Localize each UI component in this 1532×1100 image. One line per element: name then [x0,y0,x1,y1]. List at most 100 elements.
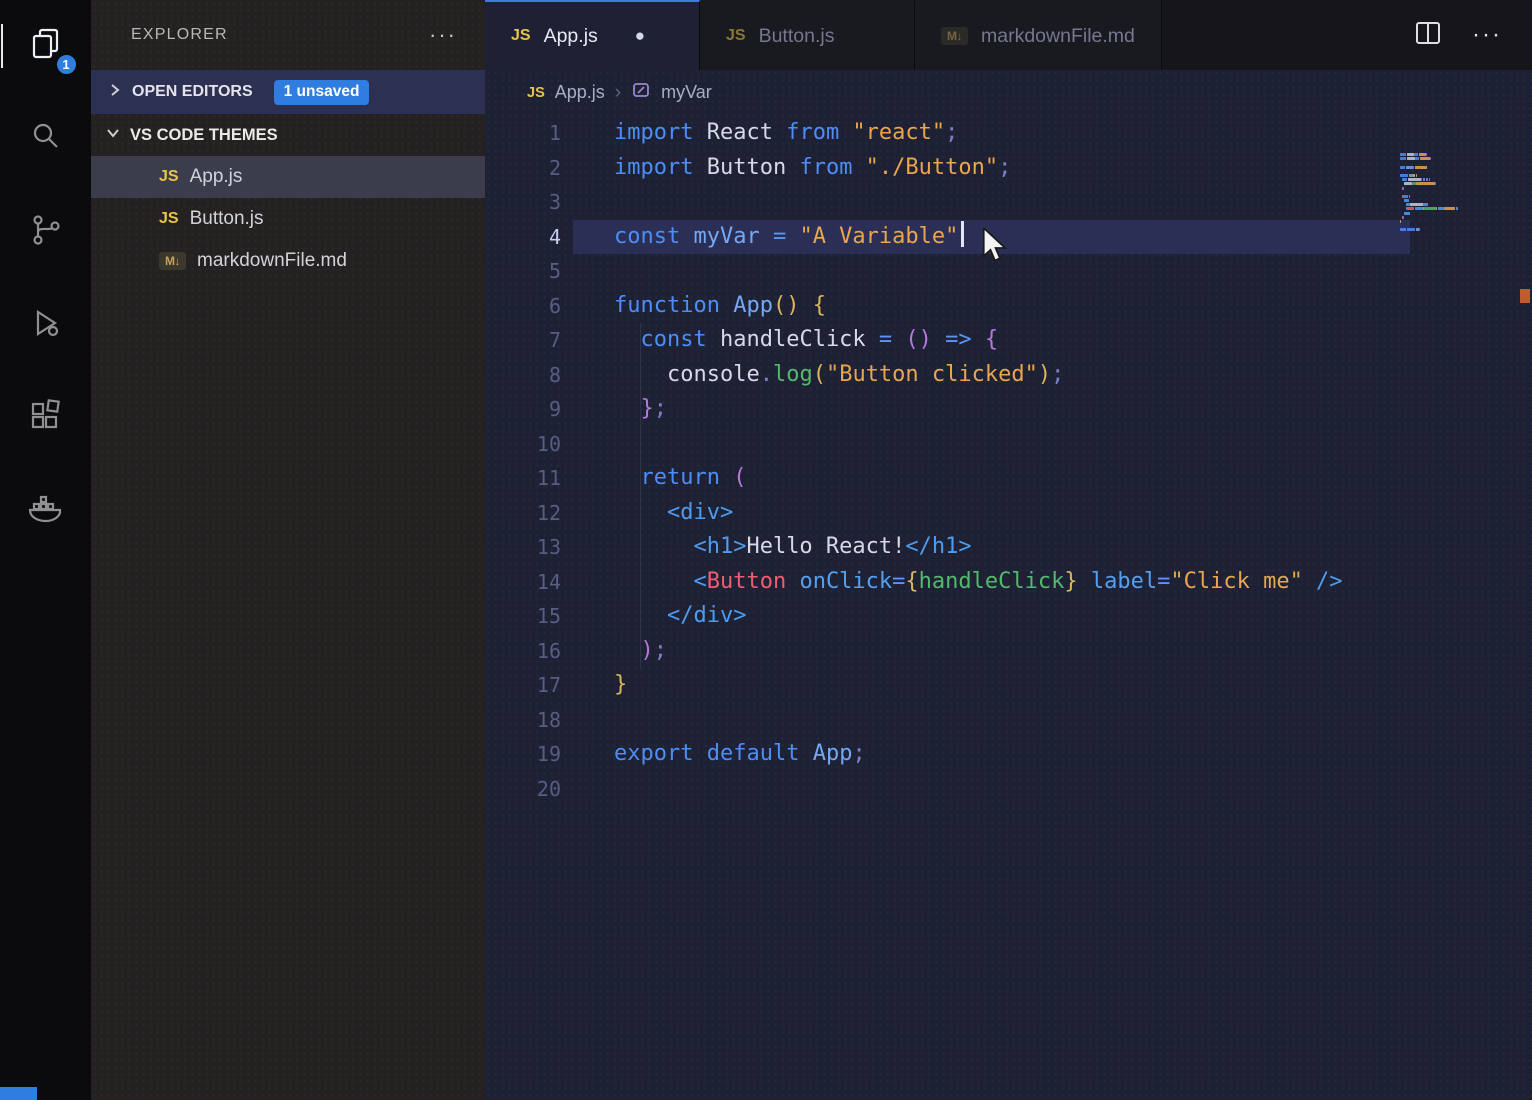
line-content: <div> [561,496,733,531]
line-content [561,772,614,807]
line-number: 20 [485,772,561,807]
code-line-9[interactable]: 9 }; [485,392,1532,427]
line-number: 18 [485,703,561,738]
code-line-16[interactable]: 16 ); [485,634,1532,669]
code-line-4[interactable]: 4const myVar = "A Variable" [485,220,1532,255]
line-number: 16 [485,634,561,669]
unsaved-count-badge: 1 unsaved [274,80,370,105]
code-line-18[interactable]: 18 [485,703,1532,738]
line-number: 1 [485,116,561,151]
code-line-19[interactable]: 19export default App; [485,737,1532,772]
progress-bar [0,1087,37,1100]
line-number: 9 [485,392,561,427]
js-file-icon: JS [726,27,746,45]
editor-group: JS App.js ● JS Button.js M↓markdownFile.md ··… [485,0,1532,1100]
code-line-5[interactable]: 5 [485,254,1532,289]
tab-App.js[interactable]: JSApp.js● [485,0,700,70]
code-line-10[interactable]: 10 [485,427,1532,462]
docker-icon [27,492,65,531]
file-name: App.js [190,166,243,188]
file-item-App.js[interactable]: JSApp.js [91,156,485,198]
code-line-20[interactable]: 20 [485,772,1532,807]
code-line-2[interactable]: 2import Button from "./Button"; [485,151,1532,186]
workspace-section-label: VS CODE THEMES [130,126,278,145]
unsaved-dot[interactable]: ● [635,26,645,46]
code-line-1[interactable]: 1import React from "react"; [485,116,1532,151]
split-editor-icon[interactable] [1414,19,1442,52]
code-line-17[interactable]: 17} [485,668,1532,703]
js-file-icon: JS [159,210,179,228]
line-content [561,254,614,289]
line-number: 10 [485,427,561,462]
source-control-activity-button[interactable] [20,206,72,258]
file-name: markdownFile.md [197,250,347,272]
line-number: 4 [485,220,561,255]
file-item-markdownFile.md[interactable]: M↓ markdownFile.md [91,240,485,282]
breadcrumb-symbol[interactable]: myVar [661,82,712,103]
line-number: 15 [485,599,561,634]
run-debug-activity-button[interactable] [20,299,72,351]
code-line-8[interactable]: 8 console.log("Button clicked"); [485,358,1532,393]
line-number: 17 [485,668,561,703]
code-line-15[interactable]: 15 </div> [485,599,1532,634]
line-number: 6 [485,289,561,324]
code-line-6[interactable]: 6function App() { [485,289,1532,324]
pending-changes-badge: 1 [55,53,78,76]
tab-markdownFile.md[interactable]: M↓markdownFile.md [915,0,1162,70]
line-content: <Button onClick={handleClick} label="Cli… [561,565,1343,600]
code-line-7[interactable]: 7 const handleClick = () => { [485,323,1532,358]
extensions-activity-button[interactable] [20,392,72,444]
line-content [561,703,614,738]
minimap[interactable] [1400,153,1496,237]
line-number: 11 [485,461,561,496]
js-file-icon: JS [527,85,545,101]
code-editor[interactable]: 1import React from "react";2import Butto… [485,115,1532,1100]
explorer-activity-button[interactable]: 1 [20,20,72,72]
line-number: 19 [485,737,561,772]
run-debug-icon [28,305,64,346]
overview-ruler-cursor-marker [1520,289,1530,303]
breadcrumb-separator-icon: › [615,82,621,104]
line-content: } [561,668,627,703]
line-number: 8 [485,358,561,393]
line-content: export default App; [561,737,866,772]
open-editors-header[interactable]: OPEN EDITORS 1 unsaved [91,70,485,114]
tab-label: markdownFile.md [981,25,1135,48]
editor-more-button[interactable]: ··· [1472,21,1502,49]
vscode-window: 1 [0,0,1532,1100]
line-content: </div> [561,599,746,634]
file-name: Button.js [190,208,264,230]
line-content: }; [561,392,667,427]
code-line-11[interactable]: 11 return ( [485,461,1532,496]
line-number: 3 [485,185,561,220]
code-line-13[interactable]: 13 <h1>Hello React!</h1> [485,530,1532,565]
line-number: 14 [485,565,561,600]
tab-bar: JS App.js ● JS Button.jsM↓markdownFile.md ··… [485,0,1532,70]
editor-actions: ··· [1414,0,1532,70]
sidebar-title: EXPLORER [131,26,228,44]
workspace-section-header[interactable]: VS CODE THEMES [91,114,485,156]
code-line-3[interactable]: 3 [485,185,1532,220]
breadcrumb-file[interactable]: App.js [555,82,605,103]
code-line-14[interactable]: 14 <Button onClick={handleClick} label="… [485,565,1532,600]
open-editors-label: OPEN EDITORS [132,83,253,101]
line-content: import React from "react"; [561,116,958,151]
tab-label: App.js [544,25,598,48]
line-content: function App() { [561,289,826,324]
line-content [561,427,614,462]
line-number: 13 [485,530,561,565]
search-activity-button[interactable] [20,113,72,165]
line-content: const handleClick = () => { [561,323,998,358]
symbol-variable-icon [631,80,651,105]
code-line-12[interactable]: 12 <div> [485,496,1532,531]
line-content: import Button from "./Button"; [561,151,1011,186]
docker-activity-button[interactable] [20,485,72,537]
file-item-Button.js[interactable]: JS Button.js [91,198,485,240]
explorer-more-button[interactable]: ··· [429,30,457,40]
markdown-file-icon: M↓ [159,252,186,270]
tab-Button.js[interactable]: JS Button.js [700,0,915,70]
line-number: 7 [485,323,561,358]
tab-label: Button.js [759,25,835,48]
explorer-sidebar: EXPLORER ··· OPEN EDITORS 1 unsaved VS C… [91,0,485,1100]
chevron-down-icon [105,125,121,146]
